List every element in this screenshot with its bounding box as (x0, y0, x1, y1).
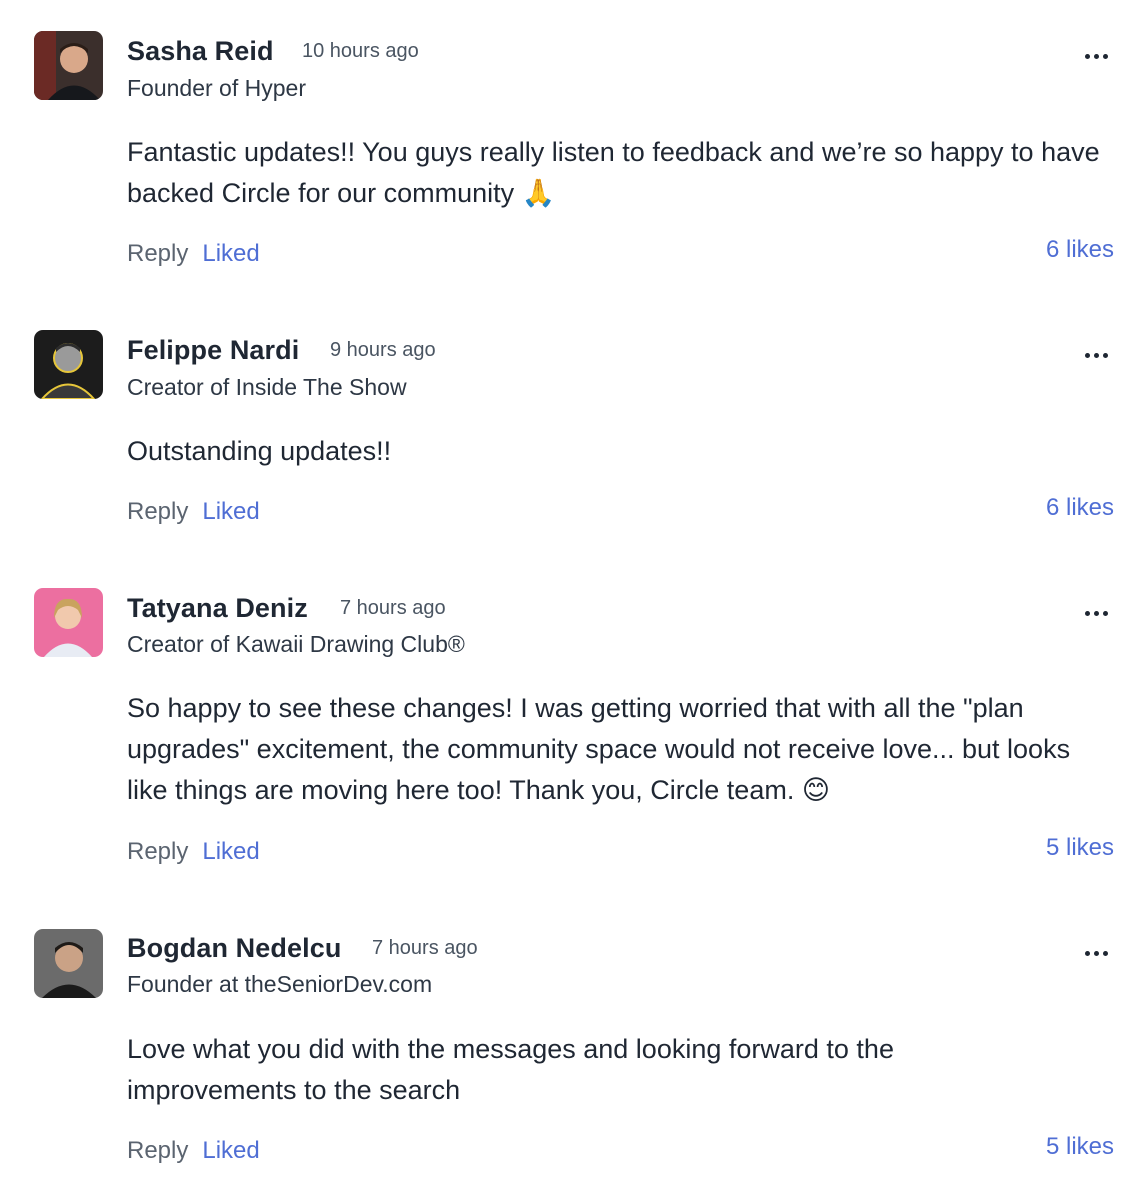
author-subtitle: Founder at theSeniorDev.com (127, 971, 433, 997)
comment-item: Bogdan Nedelcu 7 hours ago Founder at th… (0, 0, 1143, 1200)
comment-body: Love what you did with the messages and … (127, 1034, 894, 1105)
likes-count[interactable]: 5 likes (1046, 1133, 1114, 1161)
author-name[interactable]: Bogdan Nedelcu (127, 933, 341, 964)
timestamp: 7 hours ago (372, 937, 478, 959)
more-options-icon[interactable] (1085, 950, 1109, 958)
liked-button[interactable]: Liked (202, 1137, 259, 1164)
avatar[interactable] (34, 929, 103, 998)
comment-actions: Reply Liked (127, 1137, 260, 1165)
reply-button[interactable]: Reply (127, 1137, 188, 1164)
